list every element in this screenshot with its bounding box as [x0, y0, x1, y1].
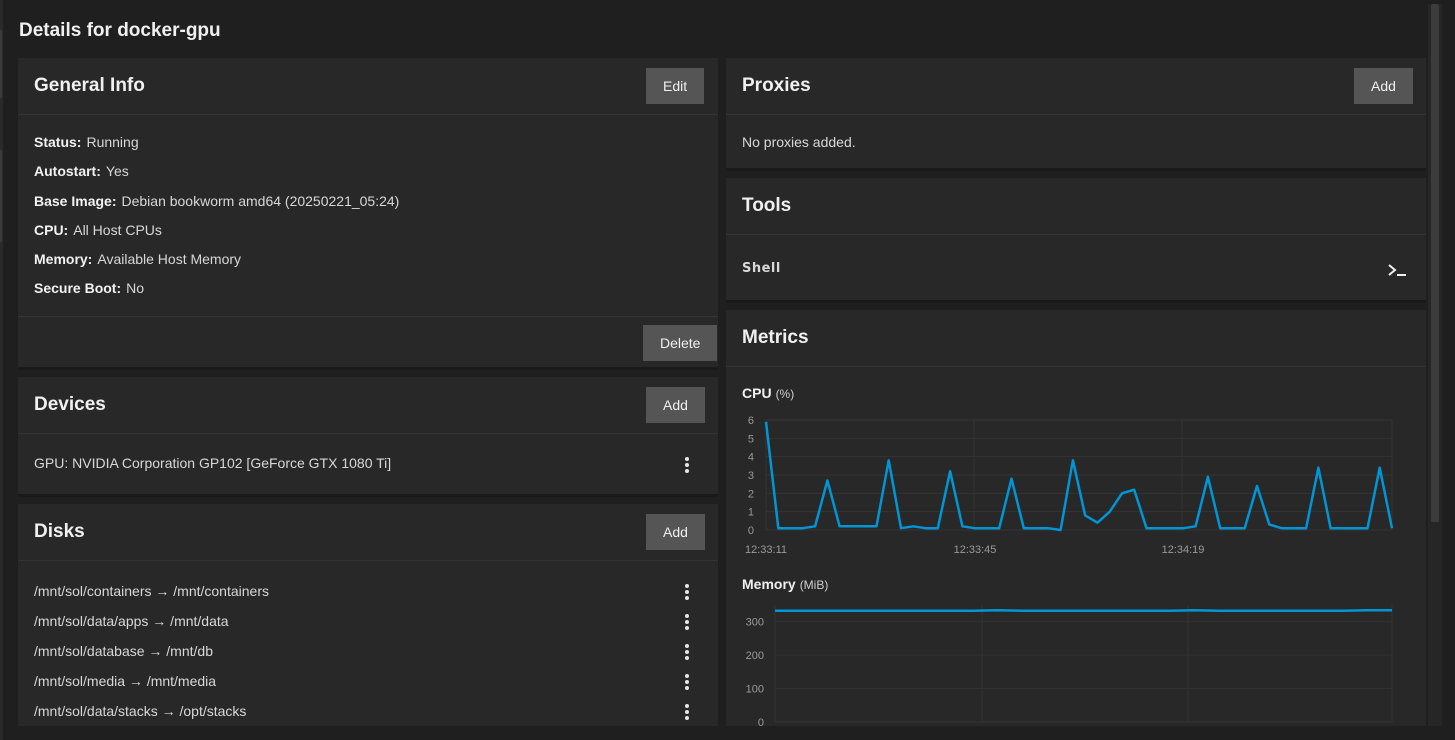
memory-chart: 0 100 200 300 — [746, 605, 1393, 726]
cpu-y-tick: 2 — [748, 488, 754, 500]
disk-menu-icon[interactable] — [682, 674, 692, 692]
page-scrollbar-thumb[interactable] — [1431, 4, 1439, 522]
add-device-button[interactable]: Add — [646, 387, 705, 423]
memory-key: Memory: — [34, 251, 93, 267]
proxies-empty-text: No proxies added. — [742, 134, 856, 150]
tools-card: Tools Shell — [726, 178, 1426, 303]
autostart-value: Yes — [105, 163, 129, 179]
cpu-y-tick: 0 — [748, 525, 754, 537]
memory-value: Available Host Memory — [97, 251, 242, 267]
metrics-title: Metrics — [742, 327, 809, 348]
devices-header: Devices Add — [18, 377, 718, 434]
disk-menu-icon[interactable] — [682, 704, 692, 722]
cpu-y-tick: 1 — [748, 507, 754, 519]
general-info-header: General Info Edit — [18, 58, 718, 115]
status-value: Running — [86, 134, 139, 150]
disk-menu-icon[interactable] — [682, 584, 692, 602]
memory-chart-unit: (MiB) — [799, 578, 829, 592]
left-edge-mark — [0, 30, 2, 98]
cpu-y-tick: 5 — [748, 433, 754, 445]
cpu-value: All Host CPUs — [73, 222, 162, 238]
cpu-key: CPU: — [34, 222, 69, 238]
cpu-chart: 0 1 2 3 4 5 6 12:33:11 12:33:45 12:34:19 — [745, 415, 1394, 556]
memory-y-tick: 0 — [758, 717, 764, 726]
proxies-card: Proxies Add No proxies added. — [726, 58, 1426, 171]
status-key: Status: — [34, 134, 82, 150]
delete-button[interactable]: Delete — [643, 325, 718, 361]
base-image-row: Base Image: Debian bookworm amd64 (202502… — [34, 193, 399, 209]
cpu-x-tick: 12:33:45 — [954, 544, 997, 556]
tools-header: Tools — [726, 178, 1426, 235]
disk-item: /mnt/sol/data/stacks → /opt/stacks — [34, 703, 247, 719]
disks-header: Disks Add — [18, 504, 718, 561]
autostart-key: Autostart: — [34, 163, 101, 179]
left-edge-mark — [0, 150, 2, 242]
memory-y-tick: 200 — [746, 650, 764, 662]
cpu-y-tick: 4 — [748, 452, 754, 464]
disk-item: /mnt/sol/database → /mnt/db — [34, 643, 213, 659]
memory-y-tick: 100 — [746, 684, 764, 696]
disk-menu-icon[interactable] — [682, 644, 692, 662]
devices-title: Devices — [34, 394, 106, 415]
memory-y-tick: 300 — [746, 617, 764, 629]
device-menu-icon[interactable] — [682, 457, 692, 475]
proxies-title: Proxies — [742, 75, 811, 96]
proxies-header: Proxies Add — [726, 58, 1426, 115]
secure-boot-key: Secure Boot: — [34, 280, 122, 296]
metrics-header: Metrics — [726, 310, 1426, 367]
secure-boot-row: Secure Boot: No — [34, 280, 144, 296]
status-row: Status: Running — [34, 134, 139, 150]
general-info-divider — [18, 316, 718, 317]
autostart-row: Autostart: Yes — [34, 163, 129, 179]
terminal-icon[interactable] — [1386, 262, 1408, 278]
left-edge — [0, 0, 3, 740]
cpu-x-tick: 12:33:11 — [745, 544, 787, 556]
page-scrollbar[interactable] — [1428, 4, 1442, 726]
page-title: Details for docker-gpu — [19, 20, 221, 41]
general-info-card: General Info Edit Status: Running Autosta… — [18, 58, 718, 370]
edit-button[interactable]: Edit — [646, 68, 705, 104]
add-disk-button[interactable]: Add — [646, 514, 705, 550]
cpu-y-tick: 3 — [748, 470, 754, 482]
cpu-chart-unit: (%) — [775, 387, 795, 401]
add-proxy-button[interactable]: Add — [1354, 68, 1413, 104]
memory-chart-title: Memory — [742, 576, 796, 592]
metrics-card: Metrics CPU (%) 0 1 2 3 4 5 6 12:33:11 12:33:45 12… — [726, 310, 1426, 726]
cpu-chart-label: CPU (%) — [742, 385, 794, 401]
tools-title: Tools — [742, 195, 792, 216]
disk-item: /mnt/sol/data/apps → /mnt/data — [34, 613, 229, 629]
base-image-value: Debian bookworm amd64 (20250221_05:24) — [121, 193, 400, 209]
memory-row: Memory: Available Host Memory — [34, 251, 241, 267]
disks-card: Disks Add /mnt/sol/containers → /mnt/con… — [18, 504, 718, 726]
disk-item: /mnt/sol/media → /mnt/media — [34, 673, 217, 689]
disk-menu-icon[interactable] — [682, 614, 692, 632]
general-info-title: General Info — [34, 75, 145, 96]
cpu-y-tick: 6 — [748, 415, 754, 427]
secure-boot-value: No — [126, 280, 145, 296]
cpu-row: CPU: All Host CPUs — [34, 222, 162, 238]
device-item: GPU: NVIDIA Corporation GP102 [GeForce G… — [34, 455, 392, 471]
disk-item: /mnt/sol/containers → /mnt/containers — [34, 583, 269, 599]
cpu-x-tick: 12:34:19 — [1162, 544, 1205, 556]
shell-item[interactable]: Shell — [742, 261, 781, 276]
cpu-chart-title: CPU — [742, 385, 772, 401]
memory-chart-label: Memory (MiB) — [742, 576, 828, 592]
base-image-key: Base Image: — [34, 193, 117, 209]
disks-title: Disks — [34, 521, 85, 542]
devices-card: Devices Add GPU: NVIDIA Corporation GP10… — [18, 377, 718, 497]
